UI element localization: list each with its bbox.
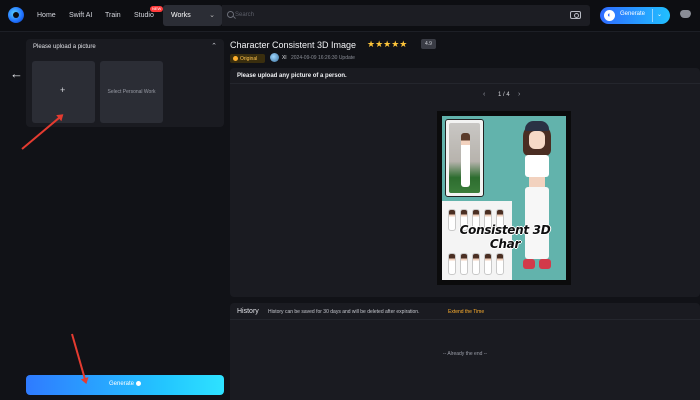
character-waist <box>529 177 545 187</box>
back-arrow-icon[interactable]: ← <box>10 66 23 81</box>
reference-figure <box>461 133 470 187</box>
divider <box>652 9 653 22</box>
character-face <box>529 131 545 149</box>
pose-figure <box>472 253 480 275</box>
nav-swift-ai[interactable]: Swift AI <box>69 12 92 19</box>
avatar[interactable] <box>270 53 279 62</box>
search-input[interactable]: Search <box>222 5 590 26</box>
discord-icon[interactable] <box>680 10 691 18</box>
pose-figure <box>496 253 504 275</box>
logo-icon[interactable] <box>8 7 24 23</box>
works-dropdown[interactable]: Works ⌄ <box>163 5 222 26</box>
pose-figure <box>484 253 492 275</box>
end-of-list: -- Already the end -- <box>442 351 488 357</box>
search-placeholder: Search <box>235 12 255 18</box>
upload-title: Please upload a picture <box>33 44 96 50</box>
personal-work-label: Select Personal Work <box>107 89 156 95</box>
page-title: Character Consistent 3D Image <box>230 40 357 50</box>
chevron-down-icon: ⌄ <box>209 12 215 19</box>
character-shoe <box>523 259 535 269</box>
generate-text: Generate <box>108 381 135 388</box>
generate-label: Generate <box>26 381 224 387</box>
chevron-down-icon[interactable]: ⌄ <box>657 11 662 18</box>
top-navigation: Home Swift AI Train Studio NEW Works ⌄ S… <box>0 0 700 32</box>
pager-count: 1 / 4 <box>498 92 510 98</box>
character-top <box>525 155 549 177</box>
example-image: Consistent 3D Char <box>437 111 571 285</box>
extend-time-link[interactable]: Extend the Time <box>448 309 484 315</box>
reference-photo-scene <box>449 123 480 193</box>
top-generate-button[interactable]: ◐ Generate ⌄ <box>600 7 670 24</box>
generate-button[interactable]: Generate <box>26 375 224 395</box>
pose-figure <box>448 253 456 275</box>
nav-train[interactable]: Train <box>105 12 121 19</box>
divider <box>230 319 700 320</box>
character-shoe <box>539 259 551 269</box>
author-name[interactable]: Xl <box>282 55 286 61</box>
history-note: History can be saved for 30 days and wil… <box>268 309 420 315</box>
update-date: 2024-09-09 16:26:30 Update <box>291 55 355 61</box>
character-cap <box>525 121 549 131</box>
top-generate-label: Generate <box>620 11 646 17</box>
generate-icon: ◐ <box>604 10 615 21</box>
star-rating: ★★★★★ <box>367 39 408 49</box>
rating-value: 4.9 <box>421 39 436 49</box>
works-label: Works <box>171 12 191 19</box>
plus-icon: + <box>60 85 66 95</box>
info-icon <box>136 381 142 386</box>
next-icon[interactable]: › <box>518 91 520 98</box>
chevron-up-icon[interactable]: ⌃ <box>211 42 217 50</box>
new-badge: NEW <box>150 6 164 12</box>
reference-photo <box>445 119 484 197</box>
history-title: History <box>237 308 259 315</box>
search-icon <box>227 11 234 18</box>
nav-studio[interactable]: Studio <box>134 12 154 19</box>
nav-home[interactable]: Home <box>37 12 56 19</box>
original-icon <box>233 56 238 61</box>
main-character <box>517 121 557 276</box>
original-label: Original <box>240 56 258 62</box>
prev-icon[interactable]: ‹ <box>483 91 485 98</box>
image-caption: Consistent 3D Char <box>459 223 551 251</box>
original-badge: Original <box>230 54 265 63</box>
select-personal-work-button[interactable]: Select Personal Work <box>100 61 163 123</box>
upload-prompt: Please upload any picture of a person. <box>237 73 347 79</box>
pose-figure <box>460 253 468 275</box>
camera-icon[interactable] <box>570 11 581 19</box>
divider <box>230 83 700 84</box>
history-panel: History History can be saved for 30 days… <box>230 303 700 400</box>
